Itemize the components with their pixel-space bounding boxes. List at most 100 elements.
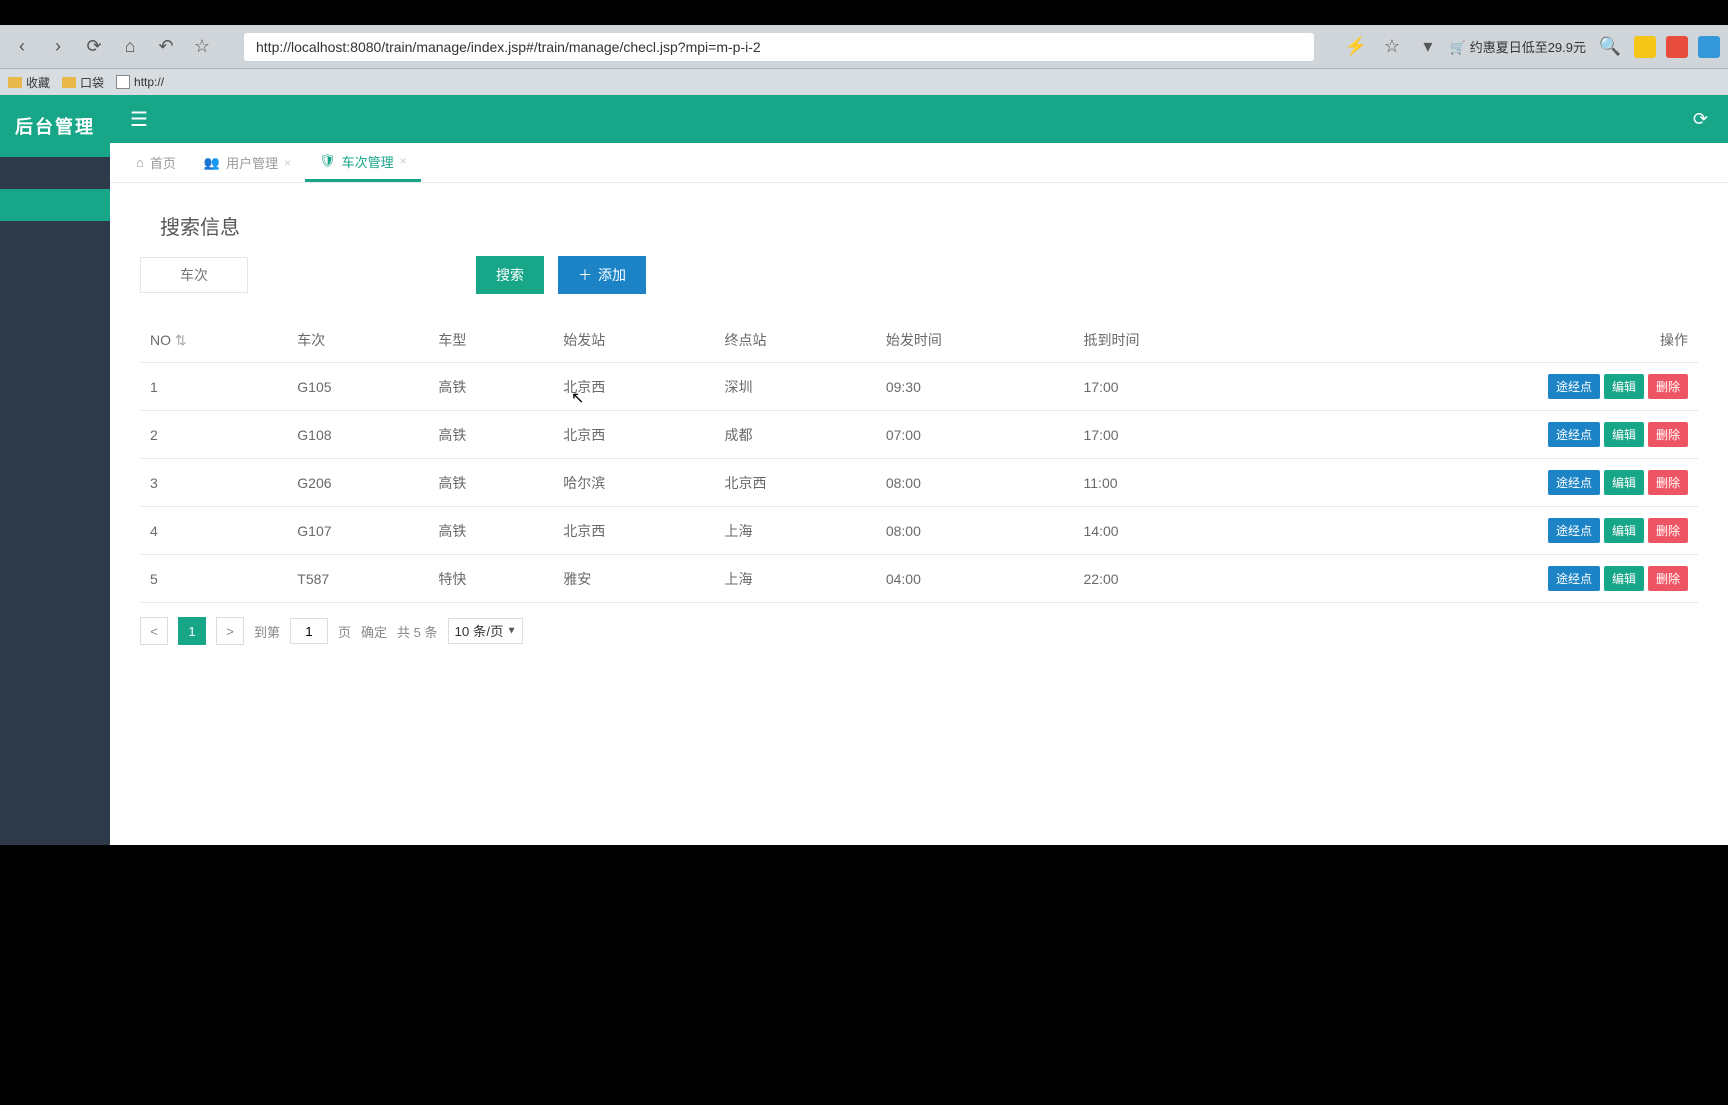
promo-badge[interactable]: 🛒 约惠夏日低至29.9元 bbox=[1450, 37, 1586, 56]
tab-trains[interactable]: 🛡 车次管理 × bbox=[305, 143, 421, 182]
back-button[interactable]: ‹ bbox=[8, 33, 36, 61]
main-area: ☰ ⟳ ⌂ 首页 👥 用户管理 × 🛡 车次管理 × 搜索信息 bbox=[110, 95, 1728, 845]
ext-1-icon[interactable] bbox=[1634, 36, 1656, 58]
bookmark-1[interactable]: 收藏 bbox=[8, 74, 50, 91]
cell-arrive: 17:00 bbox=[1074, 363, 1272, 411]
col-to[interactable]: 终点站 bbox=[715, 318, 876, 363]
search-button[interactable]: 搜索 bbox=[476, 256, 544, 294]
bookmark-2[interactable]: 口袋 bbox=[62, 74, 104, 91]
shield-icon: 🛡 bbox=[319, 153, 336, 169]
page-1[interactable]: 1 bbox=[178, 617, 206, 645]
stops-button[interactable]: 途经点 bbox=[1548, 374, 1600, 399]
tab-bar: ⌂ 首页 👥 用户管理 × 🛡 车次管理 × bbox=[110, 143, 1728, 183]
cell-train: G105 bbox=[287, 363, 428, 411]
fav-icon[interactable]: ☆ bbox=[1378, 33, 1406, 61]
sidebar-item-1[interactable] bbox=[0, 157, 110, 189]
goto-input[interactable] bbox=[290, 618, 328, 644]
close-icon[interactable]: × bbox=[284, 156, 291, 170]
search-icon[interactable]: 🔍 bbox=[1596, 33, 1624, 61]
goto-label: 到第 bbox=[254, 622, 280, 641]
reload-button[interactable]: ⟳ bbox=[80, 33, 108, 61]
edit-button[interactable]: 编辑 bbox=[1604, 566, 1644, 591]
stops-button[interactable]: 途经点 bbox=[1548, 518, 1600, 543]
edit-button[interactable]: 编辑 bbox=[1604, 422, 1644, 447]
users-icon: 👥 bbox=[204, 155, 220, 171]
add-button[interactable]: ＋添加 bbox=[558, 256, 646, 294]
cell-type: 高铁 bbox=[428, 459, 553, 507]
bookmark-label: 收藏 bbox=[26, 74, 50, 91]
per-page-select[interactable]: 10 条/页 bbox=[448, 618, 523, 644]
edit-button[interactable]: 编辑 bbox=[1604, 374, 1644, 399]
table-row: 2G108高铁北京西成都07:0017:00途经点编辑删除 bbox=[140, 411, 1698, 459]
ext-3-icon[interactable] bbox=[1698, 36, 1720, 58]
cell-type: 高铁 bbox=[428, 363, 553, 411]
url-bar[interactable]: http://localhost:8080/train/manage/index… bbox=[244, 33, 1314, 61]
pagination: < 1 > 到第 页 确定 共 5 条 10 条/页 ▼ bbox=[140, 617, 1698, 645]
cell-to: 上海 bbox=[715, 555, 876, 603]
col-depart[interactable]: 始发时间 bbox=[876, 318, 1074, 363]
tab-home[interactable]: ⌂ 首页 bbox=[122, 143, 190, 182]
table-row: 4G107高铁北京西上海08:0014:00途经点编辑删除 bbox=[140, 507, 1698, 555]
star-button[interactable]: ☆ bbox=[188, 33, 216, 61]
col-from[interactable]: 始发站 bbox=[553, 318, 714, 363]
col-type[interactable]: 车型 bbox=[428, 318, 553, 363]
forward-button[interactable]: › bbox=[44, 33, 72, 61]
edit-button[interactable]: 编辑 bbox=[1604, 470, 1644, 495]
cell-type: 高铁 bbox=[428, 507, 553, 555]
cell-arrive: 17:00 bbox=[1074, 411, 1272, 459]
delete-button[interactable]: 删除 bbox=[1648, 566, 1688, 591]
menu-toggle-icon[interactable]: ☰ bbox=[130, 107, 148, 132]
lightning-icon[interactable]: ⚡ bbox=[1342, 33, 1370, 61]
cell-train: G107 bbox=[287, 507, 428, 555]
dropdown-icon[interactable]: ▾ bbox=[1414, 33, 1442, 61]
confirm-button[interactable]: 确定 bbox=[361, 622, 387, 641]
chrome-right: 🛒 约惠夏日低至29.9元 🔍 bbox=[1450, 33, 1720, 61]
refresh-icon[interactable]: ⟳ bbox=[1693, 109, 1708, 130]
next-page[interactable]: > bbox=[216, 617, 244, 645]
delete-button[interactable]: 删除 bbox=[1648, 374, 1688, 399]
cell-from: 雅安 bbox=[553, 555, 714, 603]
browser-chrome: ‹ › ⟳ ⌂ ↶ ☆ http://localhost:8080/train/… bbox=[0, 25, 1728, 69]
tab-label: 车次管理 bbox=[342, 152, 394, 171]
bookmark-label: 口袋 bbox=[80, 74, 104, 91]
delete-button[interactable]: 删除 bbox=[1648, 470, 1688, 495]
delete-button[interactable]: 删除 bbox=[1648, 422, 1688, 447]
delete-button[interactable]: 删除 bbox=[1648, 518, 1688, 543]
page-icon bbox=[116, 75, 130, 89]
cell-from: 哈尔滨 bbox=[553, 459, 714, 507]
close-icon[interactable]: × bbox=[400, 154, 407, 168]
bookmark-3[interactable]: http:// bbox=[116, 75, 164, 89]
stops-button[interactable]: 途经点 bbox=[1548, 422, 1600, 447]
prev-page[interactable]: < bbox=[140, 617, 168, 645]
total-count: 共 5 条 bbox=[397, 622, 437, 641]
cell-to: 北京西 bbox=[715, 459, 876, 507]
cell-train: G108 bbox=[287, 411, 428, 459]
home-button[interactable]: ⌂ bbox=[116, 33, 144, 61]
cell-no: 3 bbox=[140, 459, 287, 507]
table-row: 1G105高铁北京西深圳09:3017:00途经点编辑删除 bbox=[140, 363, 1698, 411]
cell-train: G206 bbox=[287, 459, 428, 507]
cell-train: T587 bbox=[287, 555, 428, 603]
topbar: ☰ ⟳ bbox=[110, 95, 1728, 143]
sidebar-item-4[interactable] bbox=[0, 253, 110, 285]
home-icon: ⌂ bbox=[136, 155, 144, 170]
sidebar-item-2[interactable] bbox=[0, 189, 110, 221]
edit-button[interactable]: 编辑 bbox=[1604, 518, 1644, 543]
stops-button[interactable]: 途经点 bbox=[1548, 470, 1600, 495]
tab-users[interactable]: 👥 用户管理 × bbox=[190, 143, 305, 182]
search-input[interactable] bbox=[140, 257, 248, 293]
col-arrive[interactable]: 抵到时间 bbox=[1074, 318, 1272, 363]
bookmark-bar: 收藏 口袋 http:// bbox=[0, 69, 1728, 95]
black-letterbox bbox=[0, 845, 1728, 1080]
plus-icon: ＋ bbox=[578, 265, 592, 285]
ext-2-icon[interactable] bbox=[1666, 36, 1688, 58]
cell-arrive: 11:00 bbox=[1074, 459, 1272, 507]
col-no[interactable]: NO ⇅ bbox=[140, 318, 287, 363]
history-button[interactable]: ↶ bbox=[152, 33, 180, 61]
col-train[interactable]: 车次 bbox=[287, 318, 428, 363]
tab-label: 用户管理 bbox=[226, 153, 278, 172]
sidebar-item-3[interactable] bbox=[0, 221, 110, 253]
stops-button[interactable]: 途经点 bbox=[1548, 566, 1600, 591]
table-row: 5T587特快雅安上海04:0022:00途经点编辑删除 bbox=[140, 555, 1698, 603]
folder-icon bbox=[8, 77, 22, 88]
